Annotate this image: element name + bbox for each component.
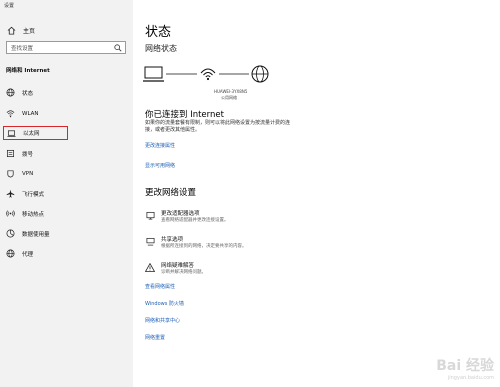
sidebar-item-airplane[interactable]: 飞行模式 bbox=[6, 188, 44, 199]
vpn-icon bbox=[6, 169, 15, 178]
sidebar-item-vpn[interactable]: VPN bbox=[6, 168, 33, 179]
window-title: 设置 bbox=[4, 3, 15, 9]
airplane-icon bbox=[6, 189, 15, 198]
sharing-options-item[interactable]: 共享选项 根据所连接到的网络，决定要共享的内容。 bbox=[145, 237, 247, 250]
adapter-options-item[interactable]: 更改适配器选项 查看网络适配器并更改连接设置。 bbox=[145, 211, 229, 224]
main-content: 状态 网络状态 HUAWEI-3YX8N5 公用网络 你已连接到 Interne… bbox=[133, 0, 500, 387]
sidebar-item-dialup[interactable]: 拨号 bbox=[6, 148, 33, 159]
network-sharing-center-link[interactable]: 网络和共享中心 bbox=[145, 317, 180, 324]
internet-globe-icon bbox=[251, 65, 269, 83]
network-status-heading: 网络状态 bbox=[145, 44, 177, 53]
hotspot-icon bbox=[6, 209, 15, 218]
wifi-signal-icon bbox=[200, 68, 216, 81]
computer-icon bbox=[143, 66, 164, 82]
windows-firewall-link[interactable]: Windows 防火墙 bbox=[145, 300, 184, 307]
network-diagram bbox=[143, 65, 269, 83]
sidebar-item-proxy[interactable]: 代理 bbox=[6, 248, 33, 259]
dialup-icon bbox=[6, 149, 15, 158]
sidebar-section-title: 网络和 Internet bbox=[6, 68, 50, 74]
sharing-icon bbox=[145, 237, 155, 247]
page-title: 状态 bbox=[145, 25, 172, 40]
search-input[interactable]: 查找设置 bbox=[6, 41, 126, 54]
data-usage-icon bbox=[6, 229, 15, 238]
search-icon[interactable] bbox=[114, 44, 122, 52]
search-placeholder: 查找设置 bbox=[11, 45, 34, 52]
sidebar-item-hotspot[interactable]: 移动热点 bbox=[6, 208, 44, 219]
sidebar-item-home[interactable]: 主页 bbox=[7, 24, 35, 36]
watermark: Bai 经验 jingyan.baidu.com bbox=[436, 355, 494, 381]
proxy-globe-icon bbox=[6, 249, 15, 258]
sidebar-item-ethernet[interactable]: 以太网 bbox=[3, 126, 68, 140]
sidebar-item-wlan[interactable]: WLAN bbox=[6, 108, 39, 119]
connected-heading: 你已连接到 Internet bbox=[145, 110, 224, 120]
connected-description: 如果你的流量套餐有限制，则可以将此网络设置为按流量计费的连接，或者更改其他属性。 bbox=[145, 120, 291, 133]
sidebar-item-status[interactable]: 状态 bbox=[6, 87, 33, 98]
sidebar-item-data-usage[interactable]: 数据使用量 bbox=[6, 228, 50, 239]
watermark-text: Bai 经验 bbox=[436, 358, 494, 374]
change-network-settings-heading: 更改网络设置 bbox=[145, 188, 197, 198]
sidebar-item-label: 主页 bbox=[23, 27, 36, 35]
network-type: 公用网络 bbox=[221, 95, 237, 100]
wifi-icon bbox=[6, 109, 15, 118]
status-globe-icon bbox=[6, 88, 15, 97]
show-available-networks-link[interactable]: 显示可用网络 bbox=[145, 162, 175, 169]
home-icon bbox=[7, 26, 16, 35]
network-troubleshooter-item[interactable]: 网络疑难解答 诊断并解决网络问题。 bbox=[145, 263, 206, 276]
network-name: HUAWEI-3YX8N5 bbox=[214, 89, 248, 94]
change-connection-properties-link[interactable]: 更改连接属性 bbox=[145, 142, 175, 149]
adapter-icon bbox=[145, 211, 155, 221]
warning-icon bbox=[145, 263, 155, 273]
watermark-sub: jingyan.baidu.com bbox=[447, 375, 494, 381]
view-network-properties-link[interactable]: 查看网络属性 bbox=[145, 283, 175, 290]
network-reset-link[interactable]: 网络重置 bbox=[145, 334, 165, 341]
sidebar: 设置 主页 查找设置 网络和 Internet 状态 WLAN 以太网 拨号 V… bbox=[0, 0, 133, 387]
ethernet-icon bbox=[7, 129, 16, 138]
